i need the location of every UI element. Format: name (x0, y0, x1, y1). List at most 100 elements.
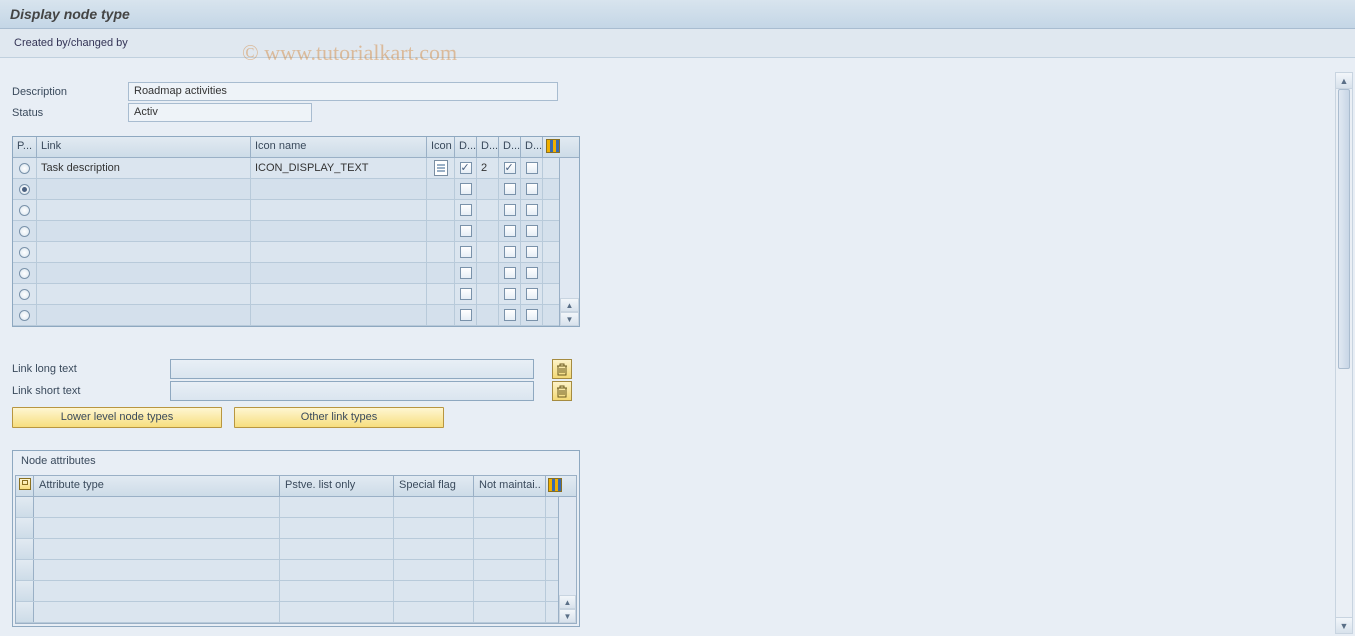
checkbox-d4[interactable] (526, 246, 538, 258)
cell-link[interactable] (37, 221, 251, 241)
checkbox-d4[interactable] (526, 267, 538, 279)
scroll-up-icon[interactable]: ▲ (559, 595, 576, 609)
created-changed-by-link[interactable]: Created by/changed by (14, 37, 128, 49)
row-radio[interactable] (19, 289, 30, 300)
delete-short-text-button[interactable] (552, 381, 572, 401)
row-radio[interactable] (19, 310, 30, 321)
description-field[interactable]: Roadmap activities (128, 82, 558, 101)
cell-link[interactable]: Task description (37, 158, 251, 178)
checkbox-d3[interactable] (504, 267, 516, 279)
checkbox-d3[interactable] (504, 204, 516, 216)
status-field[interactable]: Activ (128, 103, 312, 122)
cell-d2[interactable] (477, 242, 499, 262)
cell-link[interactable] (37, 179, 251, 199)
checkbox-d4[interactable] (526, 309, 538, 321)
table-row[interactable] (13, 179, 559, 200)
cell-pstve[interactable] (280, 560, 394, 580)
checkbox-d1[interactable] (460, 183, 472, 195)
cell-link[interactable] (37, 263, 251, 283)
checkbox-d3[interactable] (504, 183, 516, 195)
cell-link[interactable] (37, 284, 251, 304)
cell-not-maintained[interactable] (474, 581, 546, 601)
cell-d2[interactable] (477, 305, 499, 325)
cell-d2[interactable] (477, 263, 499, 283)
col-attribute-type[interactable]: Attribute type (34, 476, 280, 496)
checkbox-d1[interactable] (460, 225, 472, 237)
cell-icon[interactable] (427, 305, 455, 325)
cell-attribute-type[interactable] (34, 497, 280, 517)
col-d2[interactable]: D... (477, 137, 499, 157)
col-pstve[interactable]: Pstve. list only (280, 476, 394, 496)
cell-icon[interactable] (427, 221, 455, 241)
cell-link[interactable] (37, 200, 251, 220)
row-selector[interactable] (16, 581, 34, 601)
cell-special-flag[interactable] (394, 497, 474, 517)
table-row[interactable] (13, 284, 559, 305)
col-link[interactable]: Link (37, 137, 251, 157)
scroll-up-icon[interactable]: ▲ (560, 298, 579, 312)
cell-icon[interactable] (427, 200, 455, 220)
cell-not-maintained[interactable] (474, 518, 546, 538)
cell-pstve[interactable] (280, 497, 394, 517)
table-row[interactable] (13, 200, 559, 221)
row-radio[interactable] (19, 268, 30, 279)
row-selector[interactable] (16, 497, 34, 517)
row-selector[interactable] (16, 518, 34, 538)
col-not-maintained[interactable]: Not maintai.. (474, 476, 546, 496)
cell-special-flag[interactable] (394, 602, 474, 622)
cell-pstve[interactable] (280, 581, 394, 601)
cell-icon[interactable] (427, 242, 455, 262)
checkbox-d4[interactable] (526, 225, 538, 237)
cell-d2[interactable] (477, 284, 499, 304)
cell-icon-name[interactable] (251, 263, 427, 283)
row-selector[interactable] (16, 602, 34, 622)
cell-icon-name[interactable] (251, 221, 427, 241)
cell-not-maintained[interactable] (474, 497, 546, 517)
cell-icon-name[interactable] (251, 284, 427, 304)
row-radio[interactable] (19, 247, 30, 258)
table-row[interactable] (16, 560, 558, 581)
row-radio[interactable] (19, 205, 30, 216)
page-scrollbar[interactable]: ▲ ▼ (1335, 72, 1353, 634)
cell-d2[interactable] (477, 200, 499, 220)
scroll-down-icon[interactable]: ▼ (1336, 617, 1352, 633)
col-select-all[interactable] (16, 476, 34, 496)
cell-special-flag[interactable] (394, 539, 474, 559)
table-row[interactable] (13, 305, 559, 326)
checkbox-d4[interactable] (526, 162, 538, 174)
scroll-down-icon[interactable]: ▼ (560, 312, 579, 326)
checkbox-d1[interactable] (460, 246, 472, 258)
cell-not-maintained[interactable] (474, 602, 546, 622)
cell-icon[interactable] (427, 284, 455, 304)
cell-icon-name[interactable] (251, 200, 427, 220)
checkbox-d4[interactable] (526, 288, 538, 300)
row-selector[interactable] (16, 560, 34, 580)
cell-icon-name[interactable] (251, 242, 427, 262)
cell-icon[interactable] (427, 158, 455, 178)
cell-icon[interactable] (427, 263, 455, 283)
cell-link[interactable] (37, 242, 251, 262)
checkbox-d1[interactable] (460, 309, 472, 321)
col-d4[interactable]: D... (521, 137, 543, 157)
cell-special-flag[interactable] (394, 518, 474, 538)
cell-attribute-type[interactable] (34, 581, 280, 601)
other-link-types-button[interactable]: Other link types (234, 407, 444, 428)
cell-special-flag[interactable] (394, 560, 474, 580)
checkbox-d1[interactable] (460, 162, 472, 174)
cell-link[interactable] (37, 305, 251, 325)
scroll-down-icon[interactable]: ▼ (559, 609, 576, 623)
delete-long-text-button[interactable] (552, 359, 572, 379)
checkbox-d1[interactable] (460, 204, 472, 216)
cell-icon-name[interactable] (251, 305, 427, 325)
cell-not-maintained[interactable] (474, 560, 546, 580)
cell-icon[interactable] (427, 179, 455, 199)
col-special-flag[interactable]: Special flag (394, 476, 474, 496)
checkbox-d1[interactable] (460, 288, 472, 300)
col-p[interactable]: P... (13, 137, 37, 157)
checkbox-d3[interactable] (504, 288, 516, 300)
table-row[interactable]: Task descriptionICON_DISPLAY_TEXT2 (13, 158, 559, 179)
col-icon-name[interactable]: Icon name (251, 137, 427, 157)
cell-d2[interactable] (477, 221, 499, 241)
checkbox-d4[interactable] (526, 204, 538, 216)
col-icon[interactable]: Icon (427, 137, 455, 157)
